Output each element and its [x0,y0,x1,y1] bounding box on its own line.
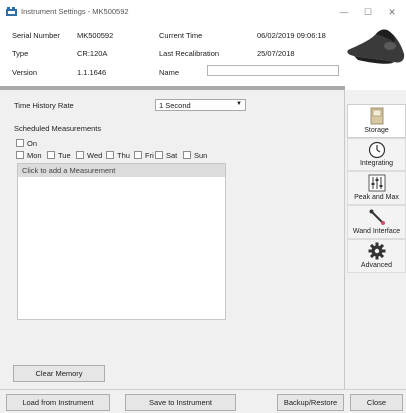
day-label-wed: Wed [87,151,103,160]
time-history-rate-label: Time History Rate [14,101,74,110]
sidebar-label-wand-interface: Wand Interface [352,228,401,235]
wand-icon [369,209,385,225]
settings-sidebar: Storage Integrating Peak and Max Wand In… [345,90,406,389]
maximize-button[interactable]: ☐ [358,4,378,20]
last-recalibration-value: 25/07/2018 [257,49,295,58]
serial-number-value: MK500592 [77,31,114,40]
name-label: Name [159,68,180,77]
storage-icon [370,107,383,125]
gear-icon [368,242,385,260]
load-from-instrument-button[interactable]: Load from Instrument [6,394,110,411]
current-time-label: Current Time [159,31,203,40]
app-icon [6,7,17,16]
day-checkbox-mon[interactable] [16,151,24,159]
sidebar-item-advanced[interactable]: Advanced [347,239,406,273]
clock-icon [368,141,385,159]
time-history-rate-value: 1 Second [159,101,191,110]
day-label-fri: Fri [145,151,154,160]
day-label-sat: Sat [166,151,178,160]
last-recalibration-label: Last Recalibration [159,49,220,58]
current-time-value: 06/02/2019 09:06:18 [257,31,326,40]
sidebar-label-storage: Storage [364,127,389,134]
sidebar-item-wand-interface[interactable]: Wand Interface [347,205,406,239]
scheduled-measurements-label: Scheduled Measurements [14,124,102,133]
day-label-tue: Tue [58,151,71,160]
sidebar-item-storage[interactable]: Storage [347,104,406,138]
scheduled-on-checkbox[interactable] [16,139,24,147]
type-label: Type [12,49,29,58]
add-measurement-row[interactable]: Click to add a Measurement [18,164,225,177]
serial-number-label: Serial Number [12,31,60,40]
close-button[interactable]: Close [350,394,403,411]
instrument-info: Serial Number MK500592 Type CR:120A Vers… [0,24,345,86]
close-window-button[interactable]: ✕ [382,4,402,20]
day-checkbox-fri[interactable] [134,151,142,159]
measurement-list[interactable]: Click to add a Measurement [17,163,226,320]
day-label-sun: Sun [194,151,208,160]
save-to-instrument-button[interactable]: Save to Instrument [125,394,236,411]
minimize-button[interactable]: — [334,4,354,20]
sidebar-label-integrating: Integrating [359,160,394,167]
day-label-thu: Thu [117,151,130,160]
clear-memory-button[interactable]: Clear Memory [13,365,105,382]
sidebar-label-advanced: Advanced [360,262,393,269]
day-checkbox-sat[interactable] [155,151,163,159]
scheduled-on-label: On [27,139,38,148]
sidebar-item-peak-and-max[interactable]: Peak and Max [347,171,406,205]
day-checkbox-sun[interactable] [183,151,191,159]
add-measurement-label: Click to add a Measurement [22,166,116,175]
sound-level-meter-icon [347,29,405,64]
name-input[interactable] [207,65,339,76]
backup-restore-button[interactable]: Backup/Restore [277,394,344,411]
dropdown-arrow-icon: ▼ [236,101,242,107]
time-history-rate-select[interactable]: 1 Second ▼ [155,99,246,111]
version-label: Version [12,68,38,77]
day-checkbox-wed[interactable] [76,151,84,159]
sidebar-item-integrating[interactable]: Integrating [347,138,406,171]
title-bar: Instrument Settings - MK500592 — ☐ ✕ [0,0,406,24]
day-label-mon: Mon [27,151,42,160]
window-title: Instrument Settings - MK500592 [21,7,129,16]
sidebar-label-peak-and-max: Peak and Max [354,194,399,201]
day-checkbox-tue[interactable] [47,151,55,159]
version-value: 1.1.1646 [77,68,107,77]
type-value: CR:120A [77,49,108,58]
sliders-icon [368,174,385,192]
day-checkbox-thu[interactable] [106,151,114,159]
